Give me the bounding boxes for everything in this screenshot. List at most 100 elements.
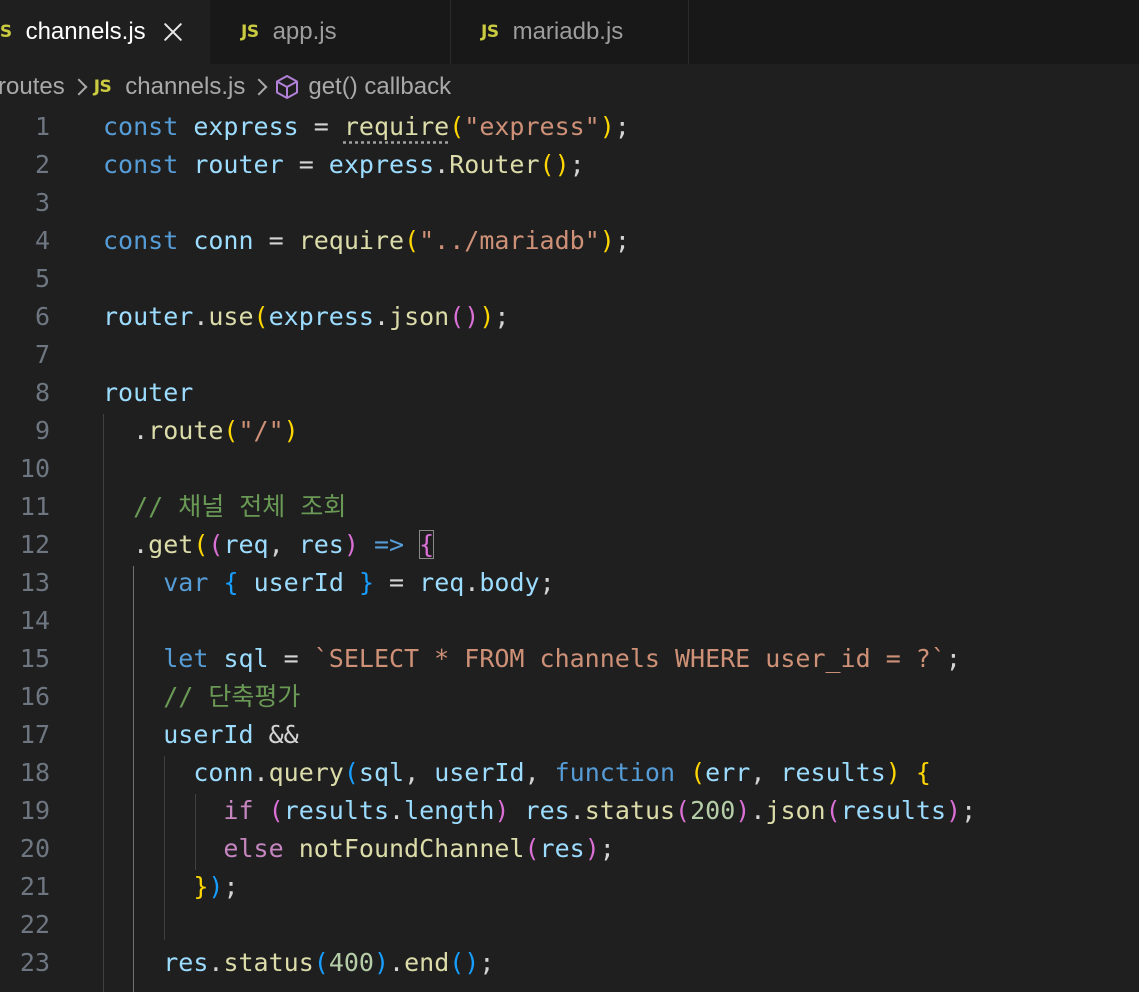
code-token: ; <box>945 644 961 673</box>
code-line[interactable]: 21 }); <box>0 868 1139 906</box>
code-line[interactable]: 17 userId && <box>0 716 1139 754</box>
code-token: . <box>253 758 269 787</box>
javascript-file-icon: JS <box>481 22 499 42</box>
code-token: res <box>298 530 344 559</box>
code-line[interactable]: 18 conn.query(sql, userId, function (err… <box>0 754 1139 792</box>
code-line[interactable]: 14 <box>0 602 1139 640</box>
code-token: 400 <box>328 948 374 977</box>
line-number: 23 <box>19 948 50 977</box>
tab-channels-js[interactable]: JS channels.js <box>0 0 210 64</box>
code-token: ) <box>735 796 751 825</box>
code-editor[interactable]: 1 const express = require("express"); 2 con… <box>0 110 1139 992</box>
code-token: json <box>389 302 450 331</box>
code-token: router <box>103 378 194 407</box>
code-token: router <box>103 302 194 331</box>
code-token: status <box>223 948 314 977</box>
code-line[interactable]: 8 router <box>0 374 1139 412</box>
code-token: function <box>554 758 676 787</box>
chevron-right-icon <box>253 76 265 98</box>
code-token: . <box>103 530 149 559</box>
code-line[interactable]: 7 <box>0 336 1139 374</box>
code-line[interactable]: 2 const router = express.Router(); <box>0 146 1139 184</box>
code-line[interactable]: 4 const conn = require("../mariadb"); <box>0 222 1139 260</box>
code-token: ( <box>524 834 540 863</box>
code-token: } <box>193 872 209 901</box>
code-line[interactable]: 5 <box>0 260 1139 298</box>
code-token: userId <box>253 568 344 597</box>
code-token: const <box>103 112 179 141</box>
code-token: status <box>584 796 676 825</box>
code-token: , <box>750 758 781 787</box>
code-line[interactable]: 11 // 채널 전체 조회 <box>0 488 1139 526</box>
code-token: results <box>780 758 886 787</box>
code-line[interactable]: 3 <box>0 184 1139 222</box>
line-number: 7 <box>34 340 50 369</box>
code-line[interactable]: 20 else notFoundChannel(res); <box>0 830 1139 868</box>
code-text: var { userId } = req.body; <box>103 564 554 602</box>
line-number: 19 <box>19 796 50 825</box>
close-icon[interactable] <box>162 21 184 43</box>
code-token: Router <box>449 150 540 179</box>
code-token: { <box>223 568 239 597</box>
code-line[interactable]: 10 <box>0 450 1139 488</box>
code-token: ) <box>584 834 600 863</box>
tab-mariadb-js[interactable]: JS mariadb.js <box>451 0 689 64</box>
breadcrumb-symbol[interactable]: get() callback <box>274 73 451 101</box>
breadcrumb-folder[interactable]: routes <box>0 73 65 101</box>
line-number: 9 <box>34 416 50 445</box>
code-token: && <box>253 720 299 749</box>
javascript-file-icon: JS <box>0 22 12 42</box>
code-line[interactable]: 15 let sql = `SELECT * FROM channels WHE… <box>0 640 1139 678</box>
code-token: ) <box>479 302 495 331</box>
code-token: = <box>298 112 344 141</box>
code-token: . <box>103 416 149 445</box>
breadcrumb-file[interactable]: JS channels.js <box>94 73 246 101</box>
code-token: () <box>449 948 480 977</box>
code-token: 200 <box>690 796 736 825</box>
code-token: ) <box>208 872 224 901</box>
code-line[interactable]: 23 res.status(400).end(); <box>0 944 1139 982</box>
code-token: ( <box>268 796 284 825</box>
code-line[interactable]: 16 // 단축평가 <box>0 678 1139 716</box>
code-text: userId && <box>103 716 299 754</box>
code-line[interactable]: 22 <box>0 906 1139 944</box>
code-token: ( <box>825 796 841 825</box>
code-line[interactable]: 6 router.use(express.json()); <box>0 298 1139 336</box>
code-token: ) <box>599 112 615 141</box>
code-token: () <box>539 150 570 179</box>
code-line[interactable]: 19 if (results.length) res.status(200).j… <box>0 792 1139 830</box>
code-token: express <box>193 112 299 141</box>
code-token: ( <box>253 302 269 331</box>
code-token: { <box>419 530 435 559</box>
code-token: res <box>539 834 585 863</box>
code-token: , <box>268 530 299 559</box>
line-number: 5 <box>34 264 50 293</box>
code-token: // 단축평가 <box>103 682 301 711</box>
code-token: ) <box>343 530 359 559</box>
code-token: length <box>404 796 495 825</box>
code-token: results <box>840 796 947 825</box>
code-text: let sql = `SELECT * FROM channels WHERE … <box>103 640 961 678</box>
code-token: else <box>223 834 284 863</box>
code-line[interactable]: 1 const express = require("express"); <box>0 108 1139 146</box>
code-line[interactable]: 13 var { userId } = req.body; <box>0 564 1139 602</box>
code-token: results <box>283 796 390 825</box>
code-token: conn <box>193 758 254 787</box>
code-line[interactable]: 9 .route("/") <box>0 412 1139 450</box>
code-token: ; <box>599 834 615 863</box>
code-token: const <box>103 150 179 179</box>
code-token: ) <box>885 758 901 787</box>
line-number: 8 <box>34 378 50 407</box>
code-token: ( <box>343 758 359 787</box>
code-token: "express" <box>464 112 600 141</box>
tab-app-js[interactable]: JS app.js <box>210 0 451 64</box>
code-line[interactable]: 12 .get((req, res) => { <box>0 526 1139 564</box>
